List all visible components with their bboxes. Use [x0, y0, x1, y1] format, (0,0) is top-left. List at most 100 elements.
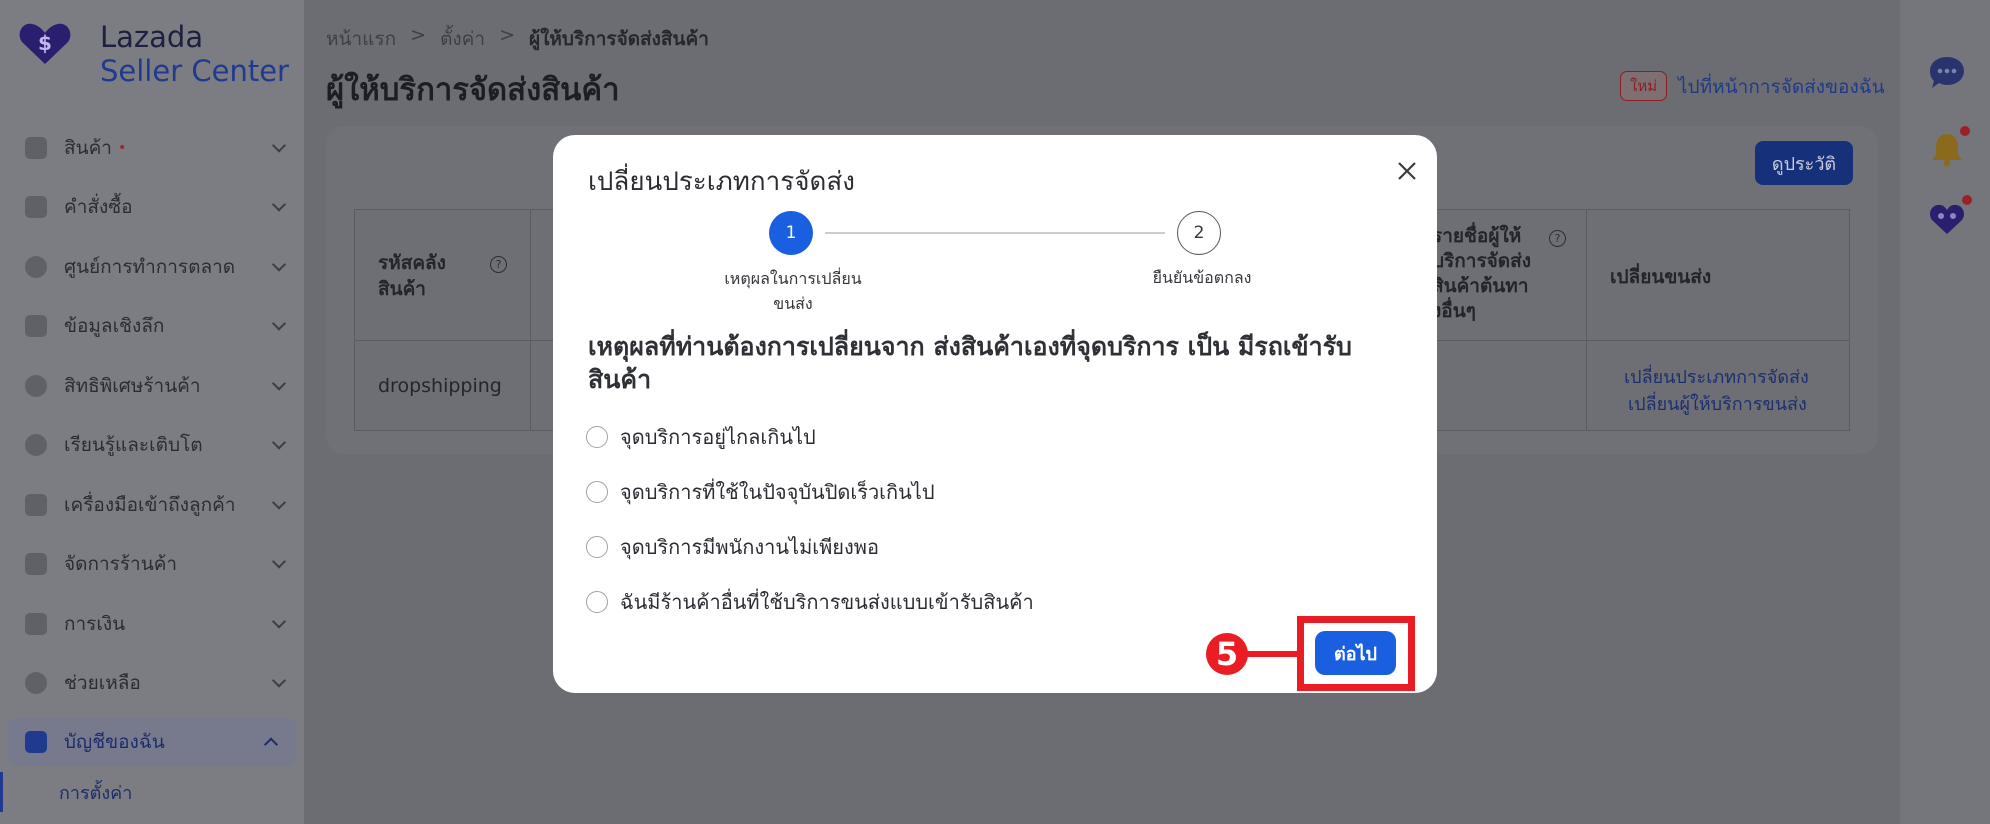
- assistant-bot-icon[interactable]: [1928, 200, 1966, 238]
- breadcrumb-separator: >: [499, 24, 515, 46]
- sidebar-item-finance[interactable]: การเงิน: [0, 594, 304, 654]
- sidebar-item-customer-tools[interactable]: เครื่องมือเข้าถึงลูกค้า: [0, 475, 304, 535]
- chevron-down-icon: [271, 673, 287, 688]
- chevron-down-icon: [271, 495, 287, 510]
- chevron-down-icon: [271, 257, 287, 272]
- stepper-line: [825, 232, 1165, 234]
- account-icon: [25, 731, 47, 753]
- svg-text:$: $: [38, 31, 52, 55]
- option-label: จุดบริการอยู่ไกลเกินไป: [620, 425, 816, 449]
- goto-shipping-link[interactable]: ไปที่หน้าการจัดส่งของฉัน: [1678, 72, 1885, 102]
- privilege-icon: [25, 374, 47, 397]
- chevron-down-icon: [271, 197, 287, 212]
- step-2-indicator: 2: [1177, 211, 1221, 255]
- sidebar-item-insights[interactable]: ข้อมูลเชิงลึก: [0, 297, 304, 357]
- lazada-heart-icon: $: [19, 23, 71, 64]
- brand-name: Lazada: [100, 20, 204, 54]
- column-header-provider-list: รายชื่อผู้ให้บริการจัดส่งสินค้าต้นทางอื่…: [1432, 225, 1531, 322]
- option-label: จุดบริการที่ใช้ในปัจจุบันปิดเร็วเกินไป: [620, 480, 935, 504]
- step-1-indicator: 1: [769, 211, 813, 255]
- customer-tools-icon: [25, 493, 47, 516]
- reason-option[interactable]: จุดบริการมีพนักงานไม่เพียงพอ: [586, 531, 879, 563]
- chevron-down-icon: [271, 435, 287, 450]
- close-icon[interactable]: [1393, 157, 1421, 185]
- sidebar-item-label: บัญชีของฉัน: [64, 731, 165, 753]
- sidebar-item-label: การเงิน: [64, 612, 126, 635]
- view-history-button[interactable]: ดูประวัติ: [1755, 141, 1853, 185]
- help-circle-icon: [25, 672, 47, 695]
- option-label: จุดบริการมีพนักงานไม่เพียงพอ: [620, 535, 879, 559]
- sidebar-item-account[interactable]: บัญชีของฉัน: [8, 718, 296, 766]
- question-circle-icon[interactable]: ?: [490, 256, 507, 273]
- sidebar-item-help[interactable]: ช่วยเหลือ: [0, 654, 304, 714]
- sidebar-item-label: เรียนรู้และเติบโต: [64, 434, 203, 457]
- sidebar-item-learn[interactable]: เรียนรู้และเติบโต: [0, 416, 304, 476]
- option-label: ฉันมีร้านค้าอื่นที่ใช้บริการขนส่งแบบเข้า…: [620, 590, 1034, 614]
- chevron-up-icon: [263, 737, 279, 752]
- sidebar-item-label: สิทธิพิเศษร้านค้า: [64, 374, 201, 397]
- radio-button[interactable]: [586, 591, 608, 613]
- radio-button[interactable]: [586, 536, 608, 558]
- breadcrumb-current: ผู้ให้บริการจัดส่งสินค้า: [528, 28, 709, 50]
- chevron-down-icon: [271, 138, 287, 153]
- step-2-label: ยืนยันข้อตกลง: [1152, 268, 1252, 287]
- sidebar-item-products[interactable]: สินค้า •: [0, 118, 304, 178]
- brand-subtitle: Seller Center: [100, 54, 289, 88]
- sidebar-item-label: จัดการร้านค้า: [64, 553, 178, 576]
- sidebar-subitem-label: การตั้งค่า: [59, 782, 133, 804]
- sidebar-item-label: ช่วยเหลือ: [64, 672, 141, 695]
- product-box-icon: [25, 136, 47, 159]
- breadcrumb-home[interactable]: หน้าแรก: [326, 24, 396, 54]
- bell-icon[interactable]: [1928, 130, 1966, 168]
- chevron-down-icon: [271, 376, 287, 391]
- question-circle-icon[interactable]: ?: [1549, 230, 1566, 247]
- reason-option[interactable]: จุดบริการอยู่ไกลเกินไป: [586, 421, 816, 453]
- sidebar: $ Lazada Seller Center สินค้า • คำสั่งซื…: [0, 0, 304, 824]
- sidebar-item-marketing[interactable]: ศูนย์การทำการตลาด: [0, 237, 304, 297]
- new-badge: ใหม่: [1620, 71, 1668, 101]
- notification-dot: [1962, 195, 1972, 205]
- chart-icon: [25, 315, 47, 338]
- change-carrier-link[interactable]: เปลี่ยนผู้ให้บริการขนส่ง: [1628, 389, 1807, 418]
- breadcrumb-settings[interactable]: ตั้งค่า: [440, 24, 485, 54]
- sidebar-item-store[interactable]: จัดการร้านค้า: [0, 535, 304, 595]
- radio-button[interactable]: [586, 426, 608, 448]
- step-1-label: เหตุผลในการเปลี่ยนขนส่ง: [724, 269, 862, 313]
- change-shipping-type-link[interactable]: เปลี่ยนประเภทการจัดส่ง: [1624, 362, 1809, 391]
- modal-title: เปลี่ยนประเภทการจัดส่ง: [588, 167, 855, 197]
- notification-dot: •: [117, 139, 127, 156]
- chevron-down-icon: [271, 316, 287, 331]
- sidebar-item-label: เครื่องมือเข้าถึงลูกค้า: [64, 493, 236, 516]
- sidebar-item-label: ข้อมูลเชิงลึก: [64, 315, 165, 338]
- lazada-logo[interactable]: $ Lazada Seller Center: [18, 20, 289, 88]
- reason-question: เหตุผลที่ท่านต้องการเปลี่ยนจาก ส่งสินค้า…: [588, 332, 1352, 394]
- annotation-highlight-box: [1297, 616, 1415, 691]
- marketing-icon: [25, 255, 47, 278]
- reason-option[interactable]: ฉันมีร้านค้าอื่นที่ใช้บริการขนส่งแบบเข้า…: [586, 586, 1034, 618]
- sidebar-item-label: ศูนย์การทำการตลาด: [64, 255, 236, 278]
- sidebar-item-label: คำสั่งซื้อ: [64, 196, 133, 219]
- store-icon: [25, 553, 47, 576]
- breadcrumb-separator: >: [410, 24, 427, 46]
- chevron-down-icon: [271, 554, 287, 569]
- notification-dot: [1960, 126, 1970, 136]
- annotation-step-number: 5: [1206, 633, 1248, 675]
- chat-icon[interactable]: [1928, 54, 1966, 92]
- reason-option[interactable]: จุดบริการที่ใช้ในปัจจุบันปิดเร็วเกินไป: [586, 476, 935, 508]
- annotation-pointer: [1246, 651, 1298, 657]
- sidebar-item-privileges[interactable]: สิทธิพิเศษร้านค้า: [0, 356, 304, 416]
- column-header-warehouse: รหัสคลังสินค้า: [378, 252, 446, 300]
- wallet-icon: [25, 612, 47, 635]
- sidebar-subitem-settings[interactable]: การตั้งค่า: [0, 772, 304, 812]
- chevron-down-icon: [271, 614, 287, 629]
- table-divider: [530, 209, 531, 431]
- orders-icon: [25, 196, 47, 219]
- radio-button[interactable]: [586, 481, 608, 503]
- table-cell-warehouse: dropshipping: [378, 375, 502, 397]
- breadcrumb: หน้าแรก > ตั้งค่า > ผู้ให้บริการจัดส่งสิ…: [326, 24, 709, 54]
- sidebar-item-label: สินค้า: [64, 136, 112, 159]
- column-header-change: เปลี่ยนขนส่ง: [1610, 266, 1712, 288]
- sidebar-item-orders[interactable]: คำสั่งซื้อ: [0, 178, 304, 238]
- right-rail: [1900, 0, 1990, 824]
- table-divider: [1586, 209, 1587, 431]
